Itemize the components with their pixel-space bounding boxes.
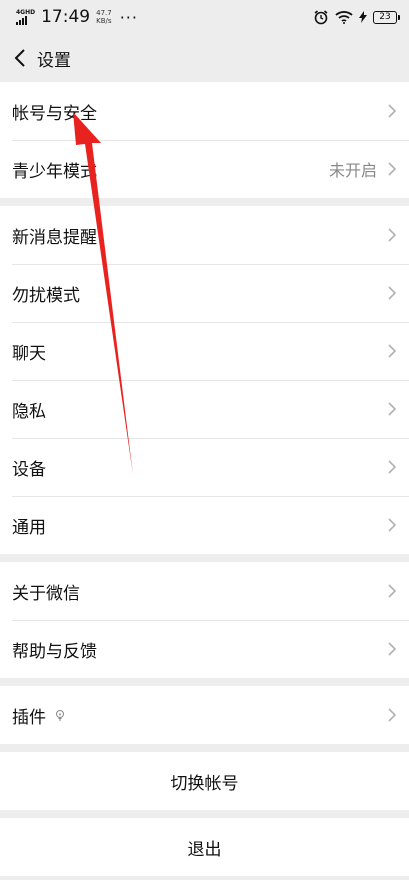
chevron-left-icon (14, 49, 25, 67)
settings-group-account: 帐号与安全 青少年模式 未开启 (0, 82, 409, 198)
chevron-right-icon (388, 286, 397, 300)
page-title: 设置 (37, 50, 71, 71)
more-notifications-icon: ··· (119, 7, 138, 27)
chevron-right-icon (388, 228, 397, 242)
settings-group-about: 关于微信 帮助与反馈 (0, 562, 409, 678)
settings-item-new-message-alerts[interactable]: 新消息提醒 (0, 206, 409, 264)
chevron-right-icon (388, 104, 397, 118)
settings-item-devices[interactable]: 设备 (0, 438, 409, 496)
settings-item-label: 青少年模式 (12, 161, 97, 182)
settings-item-label: 新消息提醒 (12, 227, 97, 248)
settings-item-general[interactable]: 通用 (0, 496, 409, 554)
chevron-right-icon (388, 518, 397, 532)
clock-time: 17:49 (41, 7, 91, 27)
cellular-signal-icon: 4GHD (16, 9, 35, 25)
status-bar: 4GHD 17:49 47.7 KB/s ··· 23 (0, 0, 409, 34)
charging-icon (359, 11, 367, 23)
chevron-right-icon (388, 460, 397, 474)
settings-item-do-not-disturb[interactable]: 勿扰模式 (0, 264, 409, 322)
settings-item-label: 隐私 (12, 401, 46, 422)
chevron-right-icon (388, 162, 397, 176)
chevron-right-icon (388, 402, 397, 416)
chevron-right-icon (388, 344, 397, 358)
settings-item-help-feedback[interactable]: 帮助与反馈 (0, 620, 409, 678)
settings-item-label: 聊天 (12, 343, 46, 364)
settings-item-label: 关于微信 (12, 583, 80, 604)
nav-bar: 设置 (0, 34, 409, 82)
network-speed: 47.7 KB/s (96, 9, 112, 25)
alarm-icon (314, 10, 328, 25)
chevron-right-icon (388, 584, 397, 598)
settings-item-about-wechat[interactable]: 关于微信 (0, 562, 409, 620)
chevron-right-icon (388, 642, 397, 656)
logout-button[interactable]: 退出 (0, 818, 409, 876)
battery-icon: 23 (373, 10, 400, 24)
settings-item-teen-mode[interactable]: 青少年模式 未开启 (0, 140, 409, 198)
teen-mode-status: 未开启 (328, 161, 377, 180)
wifi-icon (335, 11, 353, 24)
settings-item-privacy[interactable]: 隐私 (0, 380, 409, 438)
settings-item-account-security[interactable]: 帐号与安全 (0, 82, 409, 140)
settings-group-plugins: 插件 (0, 686, 409, 744)
settings-item-label: 勿扰模式 (12, 285, 80, 306)
back-button[interactable] (8, 46, 32, 70)
settings-item-plugins[interactable]: 插件 (0, 686, 409, 744)
chevron-right-icon (388, 708, 397, 722)
settings-item-label: 通用 (12, 517, 46, 538)
settings-item-label: 插件 (12, 707, 46, 728)
plugin-bulb-icon (56, 710, 64, 721)
settings-item-label: 帐号与安全 (12, 103, 97, 124)
settings-item-label: 设备 (12, 459, 46, 480)
settings-item-chat[interactable]: 聊天 (0, 322, 409, 380)
switch-account-button[interactable]: 切换帐号 (0, 752, 409, 810)
settings-item-label: 帮助与反馈 (12, 641, 97, 662)
settings-group-general: 新消息提醒 勿扰模式 聊天 隐私 设备 通用 (0, 206, 409, 554)
